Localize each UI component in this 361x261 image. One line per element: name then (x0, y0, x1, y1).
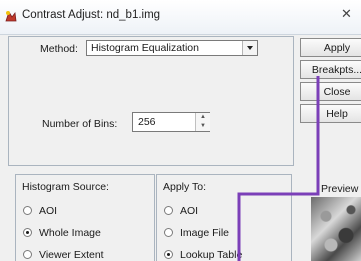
close-button-label: Close (323, 86, 351, 98)
title-bar: Contrast Adjust: nd_b1.img ✕ (0, 0, 361, 35)
close-button[interactable]: Close (300, 82, 361, 101)
histogram-source-viewer-extent-label: Viewer Extent (39, 249, 104, 261)
chevron-down-icon (242, 41, 257, 55)
breakpts-button-label: Breakpts... (311, 64, 361, 76)
number-of-bins-value: 256 (138, 116, 156, 128)
apply-to-aoi-radio[interactable] (164, 206, 173, 215)
method-select[interactable]: Histogram Equalization (86, 40, 258, 56)
spin-up-icon[interactable]: ▲ (196, 113, 210, 122)
close-window-icon[interactable]: ✕ (341, 4, 361, 24)
spin-control[interactable]: ▲ ▼ (195, 113, 210, 131)
window-title: Contrast Adjust: nd_b1.img (22, 9, 161, 21)
histogram-source-aoi-radio[interactable] (23, 206, 32, 215)
histogram-source-aoi-label: AOI (39, 205, 58, 217)
preview-image (311, 197, 361, 261)
apply-to-title: Apply To: (163, 181, 206, 193)
help-button[interactable]: Help (300, 104, 361, 123)
histogram-source-whole-image-radio[interactable] (23, 228, 32, 237)
preview-label: Preview (321, 183, 359, 195)
histogram-source-viewer-extent-radio[interactable] (23, 250, 32, 259)
apply-to-aoi-label: AOI (180, 205, 199, 217)
number-of-bins-stepper[interactable]: 256 ▲ ▼ (132, 112, 210, 132)
apply-button-label: Apply (323, 42, 351, 54)
number-of-bins-label: Number of Bins: (42, 118, 118, 130)
apply-button[interactable]: Apply (300, 38, 361, 57)
spin-down-icon[interactable]: ▼ (196, 122, 210, 131)
histogram-source-whole-image-label: Whole Image (39, 227, 101, 239)
help-button-label: Help (326, 108, 348, 120)
breakpts-button[interactable]: Breakpts... (300, 60, 361, 79)
apply-to-image-file-radio[interactable] (164, 228, 173, 237)
contrast-adjust-window: Contrast Adjust: nd_b1.img ✕ Method: His… (0, 0, 361, 261)
method-label: Method: (40, 43, 78, 55)
apply-to-image-file-label: Image File (180, 227, 230, 239)
app-icon (5, 11, 17, 22)
apply-to-lookup-table-radio[interactable] (164, 250, 173, 259)
method-selected-value: Histogram Equalization (91, 42, 199, 54)
histogram-source-title: Histogram Source: (22, 181, 109, 193)
apply-to-lookup-table-label: Lookup Table (180, 249, 243, 261)
